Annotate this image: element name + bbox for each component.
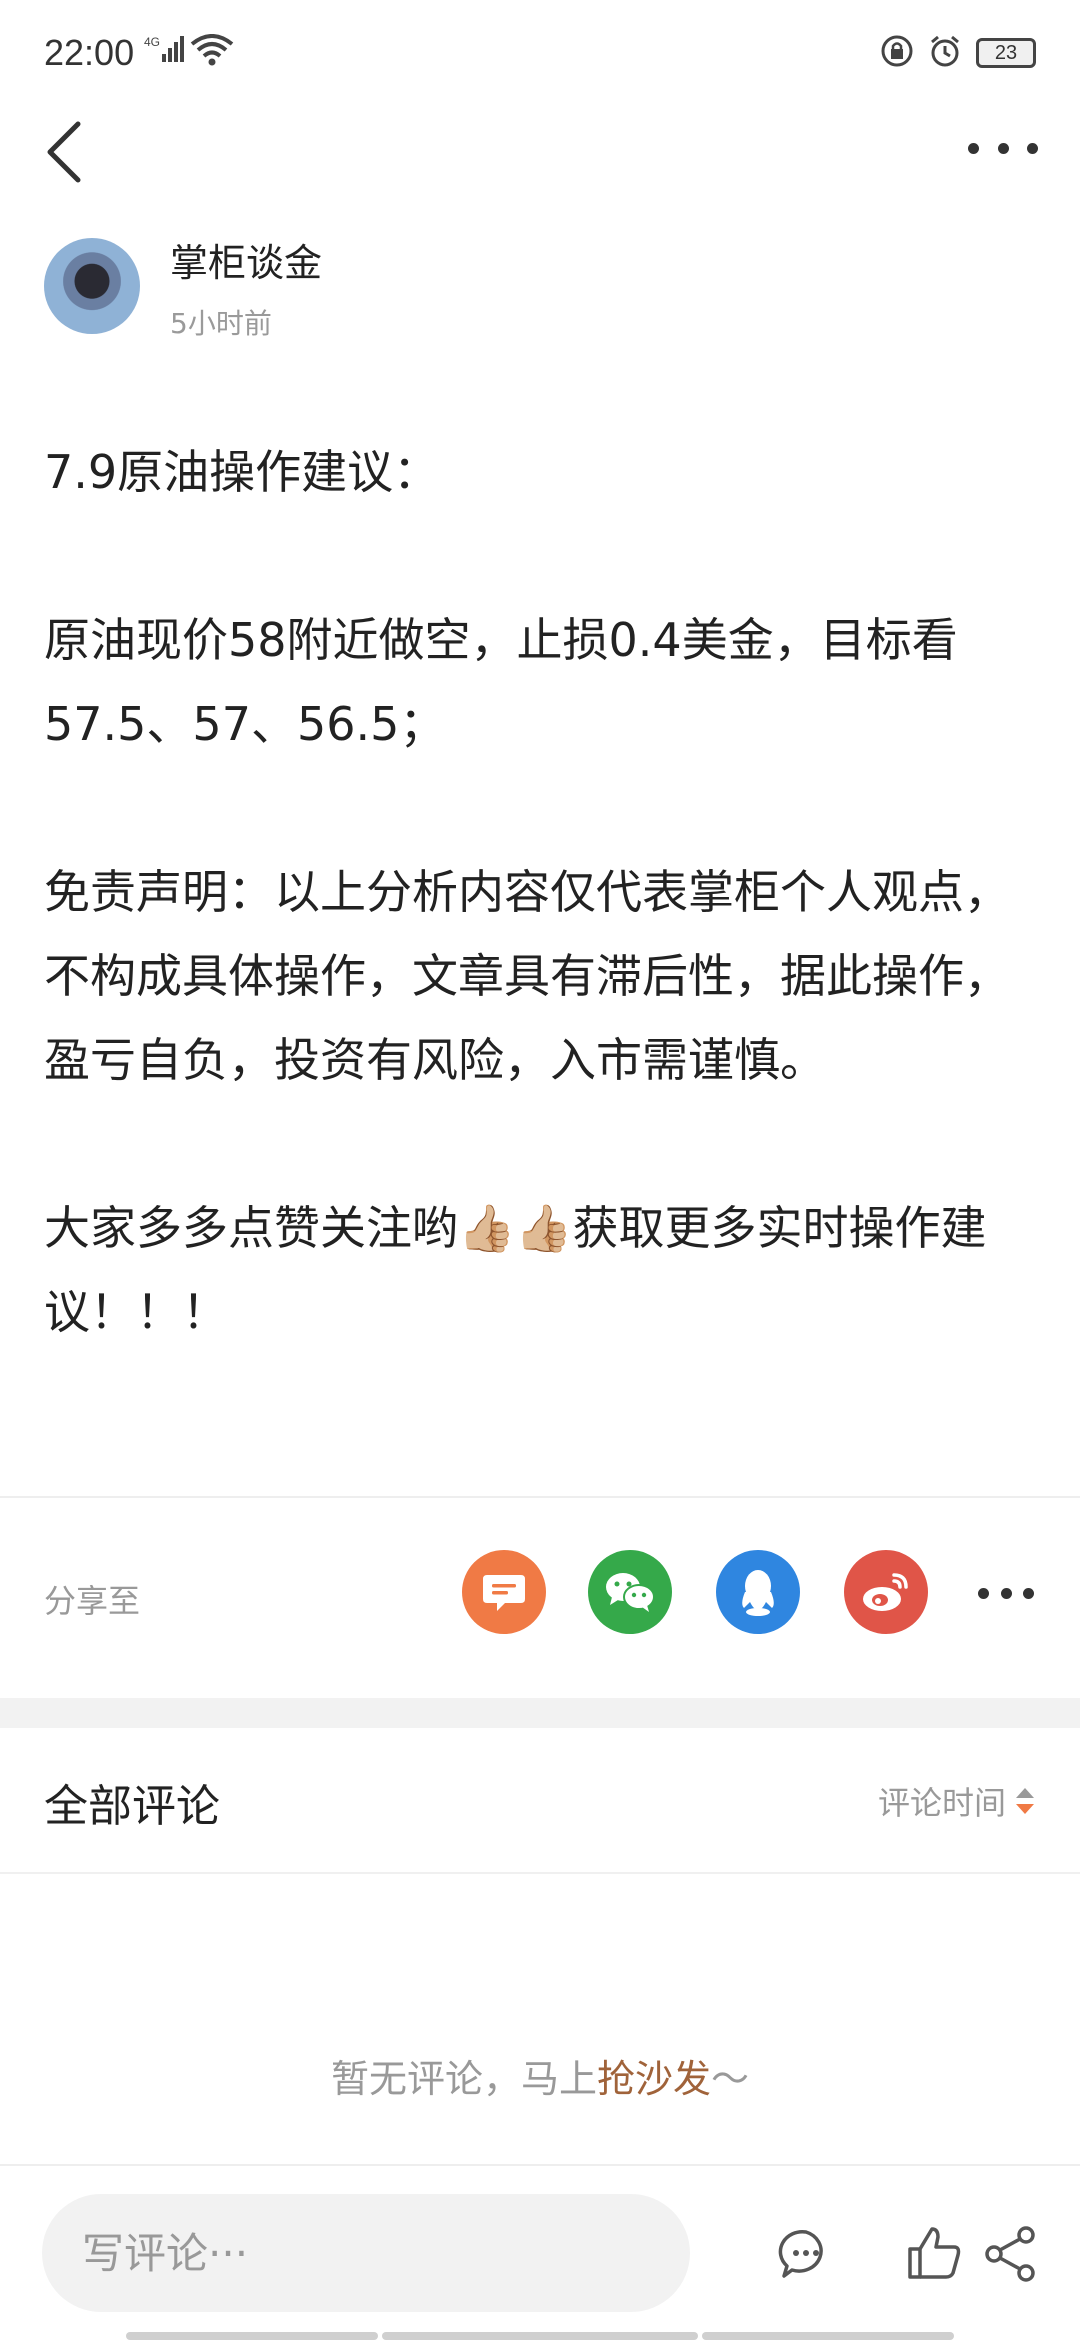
dot (1027, 142, 1038, 154)
share-label: 分享至 (44, 1582, 141, 1620)
divider (0, 2164, 1080, 2166)
chevron-left-icon (47, 121, 81, 183)
first-comment-link[interactable]: 抢沙发 (597, 2057, 711, 2101)
dot (1000, 1587, 1012, 1599)
status-right: 23 (880, 34, 1036, 72)
weibo-icon (863, 1573, 908, 1611)
sort-label: 评论时间 (877, 1784, 1006, 1822)
empty-comments: 暂无评论，马上抢沙发～ (0, 2048, 1080, 2103)
comment-input[interactable] (42, 2194, 690, 2312)
wechat-icon (606, 1573, 655, 1612)
divider (0, 1872, 1080, 1874)
home-indicator (126, 2332, 378, 2340)
share-wechat-button[interactable] (588, 1550, 672, 1634)
share-weibo-button[interactable] (844, 1550, 928, 1634)
chat-icon (483, 1575, 525, 1611)
page: 22:00 4G 23 掌柜谈金 5小时前 7.9原油操作建议： 原油现价58附… (0, 0, 1080, 2340)
home-indicator (382, 2332, 698, 2340)
dot (997, 142, 1009, 154)
status-bar: 22:00 4G 23 (0, 0, 1080, 110)
share-chat-button[interactable] (462, 1550, 546, 1634)
more-options-button[interactable] (968, 128, 1038, 168)
battery-icon: 23 (976, 38, 1036, 68)
share-qq-button[interactable] (716, 1550, 800, 1634)
article-paragraph: 免责声明：以上分析内容仅代表掌柜个人观点，不构成具体操作，文章具有滞后性，据此操… (44, 865, 1010, 1087)
signal-icon: 4G (144, 34, 184, 68)
dot (1023, 1587, 1034, 1599)
post-time: 5小时前 (170, 307, 272, 340)
status-time: 22:00 (44, 32, 135, 73)
home-indicator (702, 2332, 954, 2340)
like-button[interactable] (902, 2222, 966, 2286)
alarm-icon (928, 34, 962, 72)
share-icon (985, 2226, 1035, 2282)
avatar[interactable] (44, 238, 140, 334)
sort-arrows-icon (1016, 1788, 1034, 1814)
article-paragraph: 大家多多点赞关注哟👍🏼👍🏼获取更多实时操作建议！！！ (44, 1201, 987, 1339)
qq-icon (742, 1570, 774, 1616)
article-paragraph: 原油现价58附近做空，止损0.4美金，目标看57.5、57、56.5； (44, 613, 958, 751)
share-more-button[interactable] (978, 1586, 1034, 1600)
thumbs-up-icon (908, 2227, 961, 2279)
lock-rotation-icon (880, 34, 914, 72)
sort-by-time-button[interactable]: 评论时间 (878, 1778, 1036, 1824)
dot (978, 1587, 989, 1599)
wifi-icon (190, 34, 234, 70)
comments-button[interactable] (774, 2222, 838, 2286)
back-button[interactable] (44, 112, 104, 192)
empty-comments-suffix: ～ (711, 2057, 750, 2101)
author-name[interactable]: 掌柜谈金 (170, 232, 322, 287)
dot (968, 142, 979, 154)
article-body: 7.9原油操作建议： 原油现价58附近做空，止损0.4美金，目标看57.5、57… (44, 430, 1034, 1354)
share-button[interactable] (978, 2222, 1042, 2286)
divider (0, 1496, 1080, 1498)
empty-comments-text: 暂无评论，马上 (330, 2057, 597, 2101)
comments-title: 全部评论 (44, 1781, 220, 1832)
comment-bubble-icon (778, 2229, 823, 2278)
article-paragraph: 7.9原油操作建议： (44, 445, 440, 499)
network-label: 4G (144, 35, 160, 49)
section-separator (0, 1698, 1080, 1728)
